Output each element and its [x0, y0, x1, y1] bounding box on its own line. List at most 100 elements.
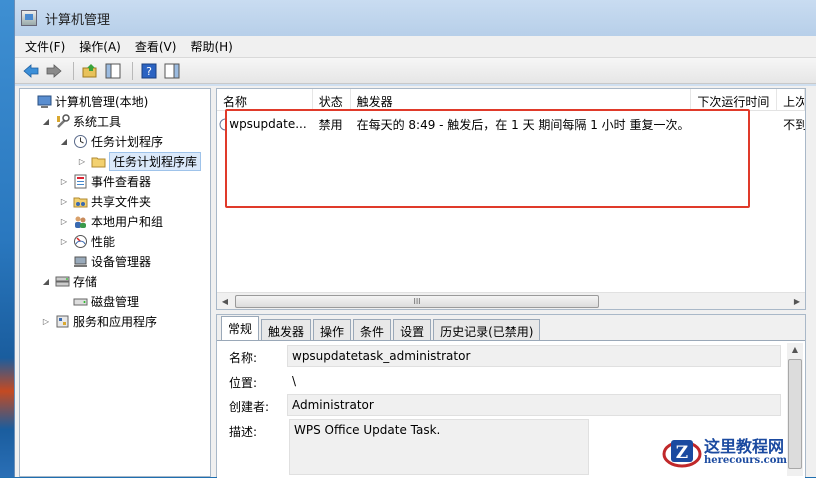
tree-item[interactable]: 磁盘管理 — [20, 291, 210, 311]
tab-general[interactable]: 常规 — [221, 316, 260, 340]
show-action-pane-button[interactable] — [162, 61, 182, 81]
column-header-next-run[interactable]: 下次运行时间 — [691, 89, 778, 110]
description-field[interactable]: WPS Office Update Task. — [289, 419, 589, 475]
desktop-background — [0, 0, 14, 477]
tree-item[interactable]: ▷ 服务和应用程序 — [20, 311, 210, 331]
toolbar-separator — [132, 61, 133, 80]
scroll-right-icon[interactable]: ▶ — [789, 297, 805, 306]
tab-conditions[interactable]: 条件 — [353, 319, 392, 340]
tree-item[interactable]: ▷ 性能 — [20, 231, 210, 251]
tree-item[interactable]: ◢ 系统工具 — [20, 111, 210, 131]
svg-text:?: ? — [146, 65, 152, 78]
tab-history[interactable]: 历史记录(已禁用) — [433, 319, 541, 340]
menu-file[interactable]: 文件(F) — [25, 38, 65, 55]
watermark-title: 这里教程网 — [704, 436, 785, 456]
tab-actions[interactable]: 操作 — [313, 319, 352, 340]
tree-item-label: 设备管理器 — [91, 254, 152, 269]
folder-icon — [90, 153, 106, 169]
author-field[interactable]: Administrator — [287, 394, 781, 416]
column-header-status[interactable]: 状态 — [313, 89, 351, 110]
computer-management-icon — [36, 93, 52, 109]
menu-help[interactable]: 帮助(H) — [190, 38, 232, 55]
watermark-text: 这里教程网 herecours.com — [704, 438, 787, 467]
expand-icon[interactable]: ▷ — [40, 317, 52, 326]
event-viewer-icon — [72, 173, 88, 189]
tree-item-label: 任务计划程序库 — [109, 151, 202, 171]
storage-icon — [54, 273, 70, 289]
tree-item-label: 任务计划程序 — [91, 134, 164, 149]
tab-triggers[interactable]: 触发器 — [261, 319, 312, 340]
tree-item-label: 磁盘管理 — [91, 294, 140, 309]
toolbar-separator — [73, 61, 74, 80]
expand-icon[interactable]: ▷ — [76, 157, 88, 166]
performance-icon — [72, 233, 88, 249]
tools-icon — [54, 113, 70, 129]
column-header-trigger[interactable]: 触发器 — [351, 89, 692, 110]
tree-item-label: 存储 — [73, 274, 98, 289]
task-last-run: 不到 — [783, 117, 805, 132]
tree-item[interactable]: ▷ 任务计划程序库 — [20, 151, 210, 171]
services-icon — [54, 313, 70, 329]
disk-icon — [72, 293, 88, 309]
location-label: 位置: — [229, 376, 258, 390]
svg-text:Z: Z — [676, 443, 688, 463]
tree-item[interactable]: 设备管理器 — [20, 251, 210, 271]
tree-item[interactable]: 计算机管理(本地) — [20, 91, 210, 111]
description-label: 描述: — [229, 425, 258, 439]
up-folder-icon — [82, 63, 97, 77]
action-pane-icon — [164, 63, 180, 78]
task-list: 名称 状态 触发器 下次运行时间 上次 wpsupdate... 禁用 在每天的… — [216, 88, 806, 310]
tree-item[interactable]: ▷ 共享文件夹 — [20, 191, 210, 211]
collapse-icon[interactable]: ◢ — [40, 117, 52, 126]
scroll-left-icon[interactable]: ◀ — [217, 297, 233, 306]
tree-item[interactable]: ◢ 存储 — [20, 271, 210, 291]
expand-icon[interactable]: ▷ — [58, 177, 70, 186]
site-watermark: Z 这里教程网 herecours.com — [662, 429, 812, 475]
show-hide-tree-button[interactable] — [103, 61, 123, 81]
computer-management-window: 计算机管理 文件(F) 操作(A) 查看(V) 帮助(H) ? 计算机管理(本地… — [14, 0, 816, 478]
name-field[interactable]: wpsupdatetask_administrator — [287, 345, 781, 367]
tree-item-label: 计算机管理(本地) — [55, 94, 149, 109]
name-label: 名称: — [229, 351, 258, 365]
tree-item[interactable]: ▷ 事件查看器 — [20, 171, 210, 191]
tree-item-label: 共享文件夹 — [91, 194, 152, 209]
right-pane: 名称 状态 触发器 下次运行时间 上次 wpsupdate... 禁用 在每天的… — [216, 88, 816, 478]
tree-item[interactable]: ◢ 任务计划程序 — [20, 131, 210, 151]
tree-item-label: 本地用户和组 — [91, 214, 164, 229]
expand-icon[interactable]: ▷ — [58, 237, 70, 246]
horizontal-scrollbar[interactable]: ◀ III ▶ — [217, 292, 805, 309]
tree-item-label: 服务和应用程序 — [73, 314, 158, 329]
expand-icon[interactable]: ▷ — [58, 217, 70, 226]
clock-icon — [72, 133, 88, 149]
shared-folder-icon — [72, 193, 88, 209]
collapse-icon[interactable]: ◢ — [58, 137, 70, 146]
forward-button[interactable] — [44, 61, 64, 81]
menu-action[interactable]: 操作(A) — [79, 38, 121, 55]
up-folder-button[interactable] — [80, 61, 100, 81]
back-arrow-icon — [23, 63, 39, 78]
collapse-icon[interactable]: ◢ — [40, 277, 52, 286]
column-header-name[interactable]: 名称 — [217, 89, 313, 110]
main-area: 计算机管理(本地) ◢ 系统工具 ◢ 任务计划程序 ▷ 任务计划程序库 ▷ 事件查看器 ▷ 共享文件… — [15, 86, 816, 478]
menu-view[interactable]: 查看(V) — [135, 38, 177, 55]
tree-item-label: 事件查看器 — [91, 174, 152, 189]
tab-settings[interactable]: 设置 — [393, 319, 432, 340]
tree-item-label: 系统工具 — [73, 114, 122, 129]
menu-bar: 文件(F) 操作(A) 查看(V) 帮助(H) — [15, 36, 816, 58]
scroll-up-icon[interactable]: ▲ — [787, 343, 803, 357]
horizontal-scroll-thumb[interactable]: III — [235, 295, 599, 308]
expand-icon[interactable]: ▷ — [58, 197, 70, 206]
help-icon: ? — [141, 63, 157, 78]
computer-management-icon — [21, 10, 37, 26]
column-header-last-run[interactable]: 上次 — [777, 89, 805, 110]
author-label: 创建者: — [229, 400, 270, 414]
users-icon — [72, 213, 88, 229]
location-field[interactable]: \ — [287, 370, 781, 392]
window-title: 计算机管理 — [45, 12, 111, 28]
title-bar[interactable]: 计算机管理 — [15, 0, 816, 36]
console-tree-icon — [105, 63, 121, 78]
help-button[interactable]: ? — [139, 61, 159, 81]
site-logo-icon: Z — [662, 440, 702, 468]
tree-item[interactable]: ▷ 本地用户和组 — [20, 211, 210, 231]
back-button[interactable] — [21, 61, 41, 81]
